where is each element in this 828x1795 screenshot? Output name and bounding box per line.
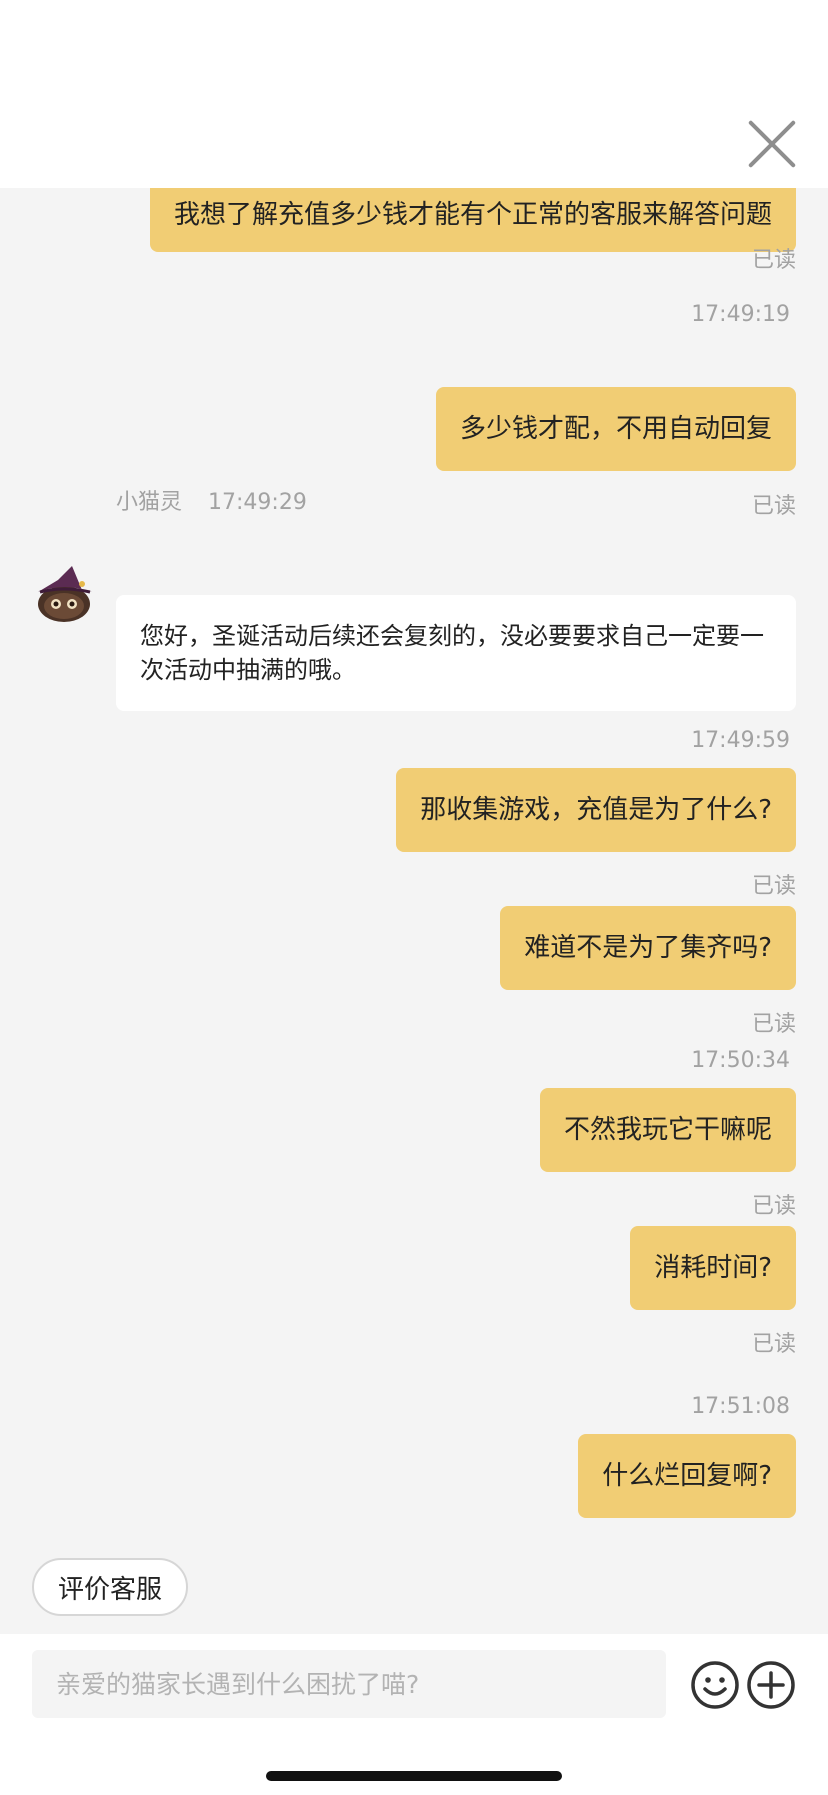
chat-area[interactable]: 我想了解充值多少钱才能有个正常的客服来解答问题 已读 17:49:19 多少钱才… — [0, 188, 828, 1538]
cat-witch-avatar[interactable] — [32, 560, 98, 626]
message-text: 多少钱才配，不用自动回复 — [459, 414, 772, 444]
message-bubble-incoming[interactable]: 您好，圣诞活动后续还会复刻的，没必要要求自己一定要一次活动中抽满的哦。 — [116, 595, 796, 711]
message-bubble-outgoing[interactable]: 消耗时间? — [630, 1226, 796, 1310]
input-bar — [0, 1634, 828, 1795]
read-status: 已读 — [751, 1012, 796, 1037]
read-status: 已读 — [752, 1534, 796, 1538]
read-status: 已读 — [751, 248, 796, 273]
read-status: 已读 — [751, 874, 796, 899]
message-bubble-outgoing[interactable]: 什么烂回复啊? — [578, 1434, 796, 1518]
timestamp: 17:49:19 — [691, 302, 790, 327]
timestamp: 17:51:08 — [691, 1394, 790, 1419]
message-text: 那收集游戏，充值是为了什么? — [420, 795, 772, 825]
message-bubble-outgoing[interactable]: 我想了解充值多少钱才能有个正常的客服来解答问题 — [149, 188, 796, 252]
plus-circle-icon[interactable] — [746, 1660, 796, 1710]
message-text: 什么烂回复啊? — [602, 1461, 772, 1491]
rate-service-button[interactable]: 评价客服 — [32, 1558, 188, 1616]
read-status: 已读 — [751, 494, 796, 519]
message-text: 消耗时间? — [654, 1253, 772, 1283]
home-indicator — [266, 1771, 562, 1781]
message-bubble-outgoing[interactable]: 那收集游戏，充值是为了什么? — [396, 768, 796, 852]
message-text: 不然我玩它干嘛呢 — [563, 1115, 772, 1145]
smiley-icon[interactable] — [690, 1660, 740, 1710]
read-status: 已读 — [751, 1194, 796, 1219]
timestamp: 17:50:34 — [691, 1048, 790, 1073]
timestamp: 17:49:59 — [691, 728, 790, 753]
sender-line: 小猫灵 17:49:29 — [116, 484, 333, 516]
message-text: 您好，圣诞活动后续还会复刻的，没必要要求自己一定要一次活动中抽满的哦。 — [140, 622, 764, 684]
top-bar — [0, 0, 828, 188]
message-bubble-outgoing[interactable]: 不然我玩它干嘛呢 — [539, 1088, 796, 1172]
close-icon[interactable] — [746, 118, 798, 170]
message-text: 难道不是为了集齐吗? — [524, 933, 772, 963]
read-status: 已读 — [751, 1332, 796, 1357]
message-bubble-outgoing[interactable]: 难道不是为了集齐吗? — [500, 906, 796, 990]
message-bubble-outgoing[interactable]: 多少钱才配，不用自动回复 — [435, 387, 796, 471]
timestamp: 17:49:29 — [208, 490, 307, 515]
sender-name: 小猫灵 — [116, 490, 183, 515]
message-input[interactable] — [32, 1650, 666, 1718]
message-text: 我想了解充值多少钱才能有个正常的客服来解答问题 — [173, 200, 772, 230]
